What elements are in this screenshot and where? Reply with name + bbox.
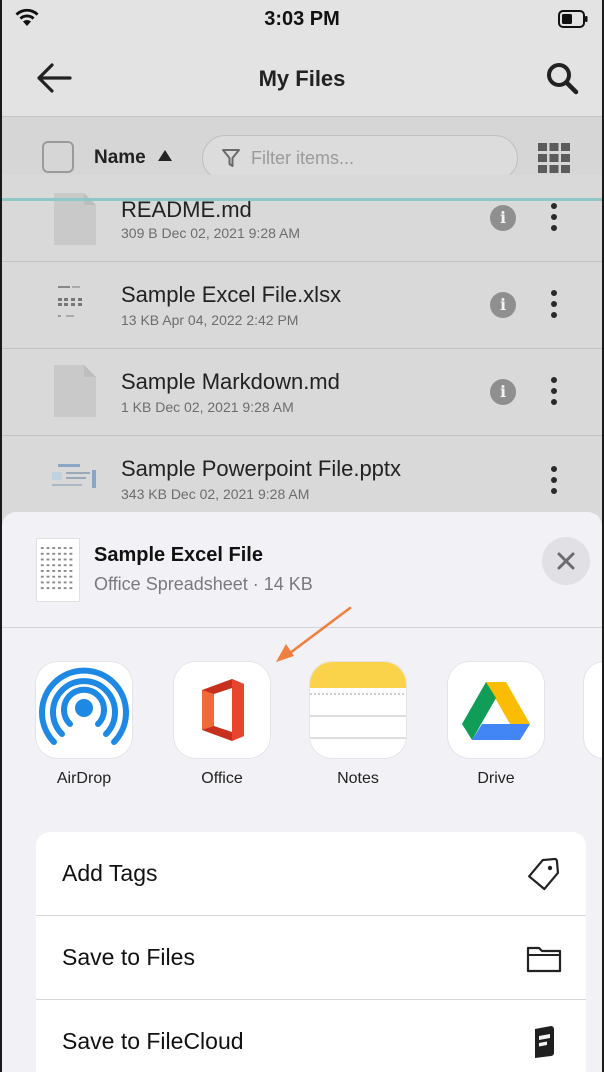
filter-input[interactable] (251, 136, 501, 180)
save-to-filecloud-action[interactable]: Save to FileCloud (36, 1000, 586, 1072)
sort-ascending-icon (158, 150, 172, 161)
app-label: Office (201, 770, 243, 787)
notes-icon (310, 662, 406, 758)
tag-icon (528, 857, 560, 891)
google-drive-icon (448, 662, 544, 758)
slide-thumbnail (52, 464, 96, 488)
office-icon (174, 662, 270, 758)
battery-icon (558, 10, 588, 28)
filter-funnel-icon (222, 149, 240, 167)
select-all-checkbox[interactable] (42, 141, 74, 173)
filecloud-icon (535, 1026, 554, 1058)
info-icon[interactable]: i (490, 379, 516, 405)
file-meta: 1 KB Dec 02, 2021 9:28 AM (121, 399, 294, 415)
app-label: Notes (337, 770, 379, 787)
app-frame: 3:03 PM My Files Name Filter items... RE… (0, 0, 604, 1072)
status-time: 3:03 PM (264, 8, 340, 30)
file-name: Sample Powerpoint File.pptx (121, 456, 402, 481)
folder-icon (526, 946, 562, 973)
page-title: My Files (258, 66, 346, 91)
spreadsheet-thumbnail (58, 286, 82, 317)
share-apps-row: AirDrop Office Notes Drive (2, 662, 602, 812)
action-label: Save to Files (62, 944, 195, 970)
add-tags-action[interactable]: Add Tags (36, 832, 586, 916)
action-label: Save to FileCloud (62, 1028, 244, 1054)
app-label: AirDrop (56, 770, 112, 787)
more-options-icon[interactable] (546, 466, 562, 496)
info-icon[interactable]: i (490, 292, 516, 318)
more-options-icon[interactable] (546, 203, 562, 233)
info-icon[interactable]: i (490, 205, 516, 231)
file-meta: 343 KB Dec 02, 2021 9:28 AM (121, 486, 310, 502)
file-name: Sample Markdown.md (121, 369, 340, 394)
app-label: Drive (477, 770, 515, 787)
share-sheet: Sample Excel File Office Spreadsheet · 1… (2, 512, 602, 1072)
spreadsheet-preview-thumbnail (36, 538, 80, 602)
share-file-title: Sample Excel File (94, 544, 263, 566)
grid-view-icon[interactable] (538, 143, 570, 173)
annotation-arrow-icon (276, 606, 352, 662)
airdrop-icon (36, 662, 132, 758)
action-label: Add Tags (62, 860, 158, 886)
more-options-icon[interactable] (546, 377, 562, 407)
file-row-excel[interactable]: Sample Excel File.xlsx 13 KB Apr 04, 202… (2, 262, 602, 349)
share-file-subtitle: Office Spreadsheet · 14 KB (94, 574, 313, 594)
save-to-files-action[interactable]: Save to Files (36, 916, 586, 1000)
toolbar-divider (2, 198, 602, 201)
file-meta: 309 B Dec 02, 2021 9:28 AM (121, 225, 301, 241)
more-options-icon[interactable] (546, 290, 562, 320)
close-icon[interactable] (542, 537, 590, 585)
sort-by-name-button[interactable]: Name (94, 147, 146, 169)
navigation-bar: My Files (2, 40, 602, 116)
search-icon[interactable] (544, 60, 580, 96)
file-row-markdown[interactable]: Sample Markdown.md 1 KB Dec 02, 2021 9:2… (2, 349, 602, 436)
share-actions-list: Add Tags Save to Files Save to FileCloud (36, 832, 586, 1072)
file-row-powerpoint[interactable]: Sample Powerpoint File.pptx 343 KB Dec 0… (2, 436, 602, 523)
file-row-readme[interactable]: README.md 309 B Dec 02, 2021 9:28 AM i (2, 175, 602, 262)
app-more-partial[interactable] (584, 662, 602, 758)
blank-file-icon (54, 365, 96, 417)
file-name: Sample Excel File.xlsx (121, 282, 342, 307)
file-meta: 13 KB Apr 04, 2022 2:42 PM (121, 312, 299, 328)
status-bar: 3:03 PM (2, 0, 602, 40)
